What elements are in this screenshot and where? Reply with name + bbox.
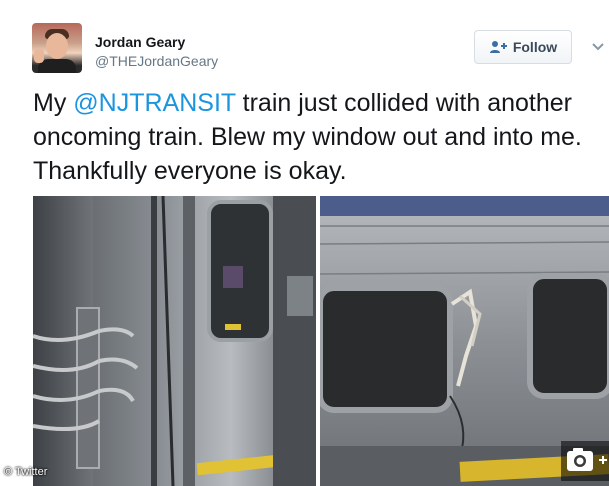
- camera-icon[interactable]: [561, 441, 609, 481]
- photo-credit: © Twitter: [4, 466, 48, 478]
- tweet-text: My @NJTRANSIT train just collided with a…: [33, 86, 593, 188]
- user-handle[interactable]: @THEJordanGeary: [95, 53, 218, 69]
- mention-link[interactable]: @NJTRANSIT: [73, 89, 235, 117]
- follow-label: Follow: [512, 39, 558, 55]
- tweet-card: Jordan Geary @THEJordanGeary Follow My @…: [0, 0, 609, 486]
- user-name[interactable]: Jordan Geary: [95, 34, 185, 50]
- chevron-down-icon[interactable]: [591, 40, 605, 54]
- avatar[interactable]: [32, 23, 82, 73]
- follow-button[interactable]: Follow: [474, 30, 572, 64]
- photo-train-door[interactable]: [33, 196, 316, 486]
- add-user-icon: [489, 41, 507, 53]
- tweet-prefix: My: [33, 89, 74, 117]
